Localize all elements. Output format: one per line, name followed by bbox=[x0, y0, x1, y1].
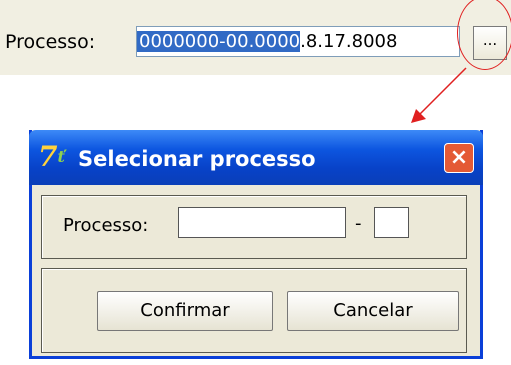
app-logo-icon: 7ť bbox=[38, 140, 65, 173]
close-icon: × bbox=[449, 145, 469, 170]
close-button[interactable]: × bbox=[444, 143, 474, 173]
dialog-title: Selecionar processo bbox=[78, 147, 316, 171]
field-separator: - bbox=[355, 213, 362, 234]
process-number-input[interactable] bbox=[178, 207, 346, 238]
confirm-button[interactable]: Confirmar bbox=[97, 291, 273, 331]
cancel-button[interactable]: Cancelar bbox=[287, 291, 459, 331]
dialog-processo-label: Processo: bbox=[63, 215, 149, 236]
process-suffix-input[interactable] bbox=[374, 207, 409, 238]
